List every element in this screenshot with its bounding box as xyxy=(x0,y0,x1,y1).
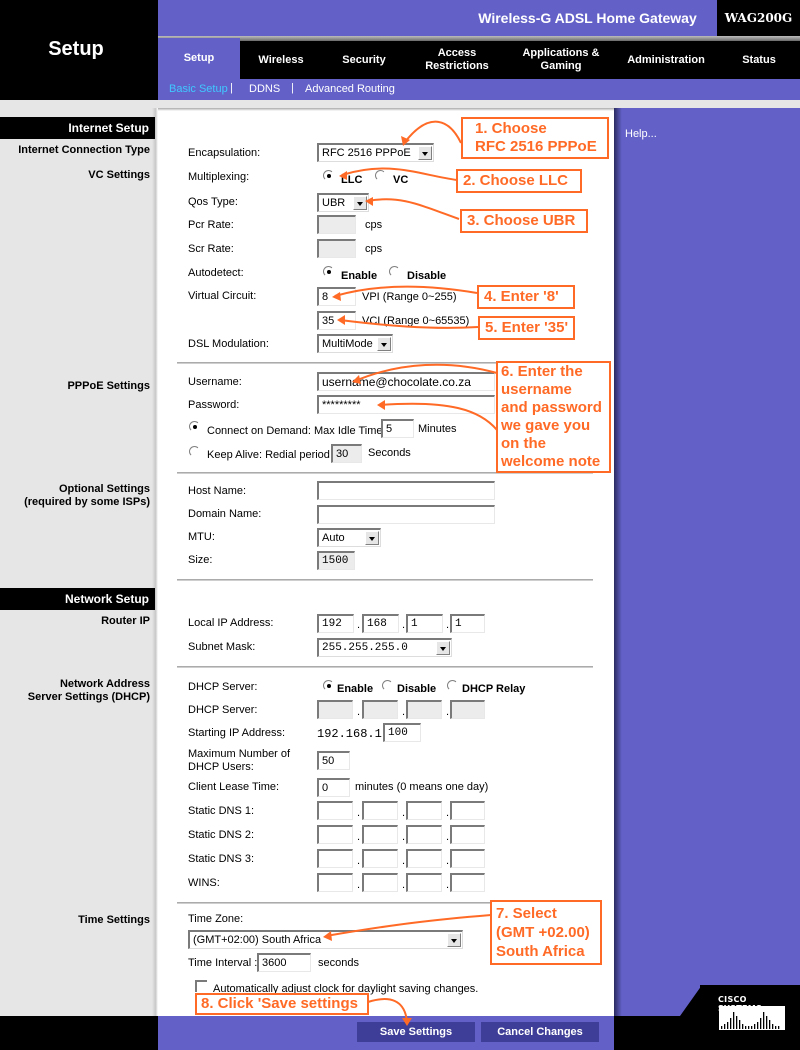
arrow-6b xyxy=(379,402,498,431)
arrow-1 xyxy=(404,120,462,144)
annotation-text: RFC 2516 PPPoE xyxy=(475,138,597,155)
annotation-step-4: 4. Enter '8' xyxy=(477,285,575,309)
annotation-step-2: 2. Choose LLC xyxy=(456,169,582,193)
annotation-text: welcome note xyxy=(501,453,601,470)
annotation-step-1: 1. Choose RFC 2516 PPPoE xyxy=(461,117,609,159)
arrow-7 xyxy=(325,914,492,937)
arrow-3 xyxy=(367,198,460,220)
annotation-text: and password xyxy=(501,399,602,416)
annotation-step-3: 3. Choose UBR xyxy=(460,209,588,233)
annotation-text: on the xyxy=(501,435,546,452)
annotation-text: 6. Enter the xyxy=(501,363,583,380)
arrow-2 xyxy=(341,167,458,181)
arrowhead-icon xyxy=(332,292,341,301)
annotation-text: (GMT +02.00) xyxy=(496,924,590,941)
annotation-text: username xyxy=(501,381,572,398)
arrowhead-icon xyxy=(377,400,385,410)
annotation-text: South Africa xyxy=(496,943,585,960)
annotation-step-6: 6. Enter the username and password we ga… xyxy=(496,361,611,473)
arrowhead-icon xyxy=(365,197,373,206)
annotation-step-7: 7. Select (GMT +02.00) South Africa xyxy=(490,900,602,965)
arrow-4 xyxy=(334,285,478,297)
arrowhead-icon xyxy=(323,931,332,941)
arrow-8 xyxy=(367,998,408,1023)
annotation-step-8: 8. Click 'Save settings xyxy=(195,993,369,1015)
arrowhead-icon xyxy=(352,375,361,384)
annotation-arrows xyxy=(323,120,498,1026)
annotation-text: 1. Choose xyxy=(475,120,547,137)
annotation-text: 7. Select xyxy=(496,905,557,922)
annotation-text: we gave you xyxy=(501,417,591,434)
arrowhead-icon xyxy=(337,315,345,325)
arrowhead-icon xyxy=(339,171,347,180)
arrow-5 xyxy=(339,319,479,329)
arrow-6a xyxy=(354,363,498,382)
arrowhead-icon xyxy=(402,1018,412,1026)
annotation-step-5: 5. Enter '35' xyxy=(478,316,575,340)
